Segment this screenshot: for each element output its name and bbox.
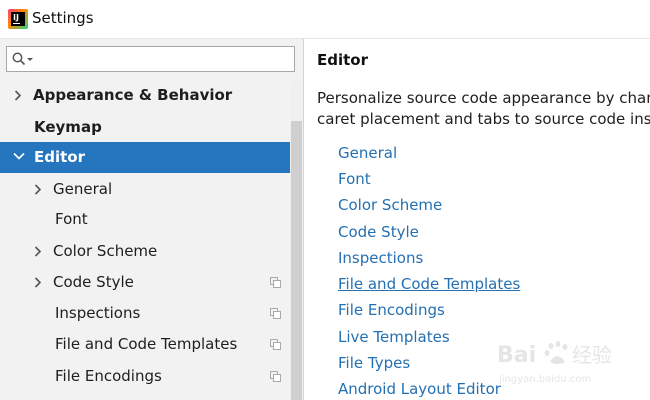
chevron-right-icon[interactable] bbox=[34, 236, 46, 267]
sidebar-item-font[interactable]: Font bbox=[0, 204, 290, 235]
project-settings-icon bbox=[270, 277, 281, 288]
sidebar-item-label: Code Style bbox=[53, 273, 134, 291]
sidebar-item-label: File Encodings bbox=[55, 367, 162, 385]
link-file-types[interactable]: File Types bbox=[338, 354, 410, 372]
description-line: caret placement and tabs to source code … bbox=[317, 110, 650, 128]
sidebar-item-file-encodings[interactable]: File Encodings bbox=[0, 361, 290, 392]
sidebar-scrollbar[interactable] bbox=[290, 81, 303, 400]
sidebar-item-label: Inspections bbox=[55, 304, 141, 322]
watermark-text: Bai bbox=[497, 343, 536, 368]
sidebar-item-label: General bbox=[53, 180, 113, 198]
scrollbar-thumb[interactable] bbox=[291, 121, 302, 400]
baidu-watermark: Bai 经验 jingyan.baidu.com bbox=[495, 338, 645, 396]
sidebar-item-appearance-behavior[interactable]: Appearance & Behavior bbox=[0, 80, 290, 111]
link-live-templates[interactable]: Live Templates bbox=[338, 328, 450, 346]
title-bar: IJ Settings bbox=[0, 0, 650, 39]
link-android-layout-editor[interactable]: Android Layout Editor bbox=[338, 380, 501, 398]
link-general[interactable]: General bbox=[338, 144, 397, 162]
sidebar-item-label: Color Scheme bbox=[53, 242, 158, 260]
chevron-down-icon[interactable] bbox=[13, 142, 25, 173]
project-settings-icon bbox=[270, 308, 281, 319]
sidebar-item-keymap[interactable]: Keymap bbox=[0, 112, 290, 143]
watermark-url: jingyan.baidu.com bbox=[498, 374, 591, 385]
link-font[interactable]: Font bbox=[338, 170, 371, 188]
sidebar-item-file-code-templates[interactable]: File and Code Templates bbox=[0, 329, 290, 360]
chevron-right-icon[interactable] bbox=[34, 174, 46, 205]
page-description: Personalize source code appearance by ch… bbox=[317, 88, 650, 130]
sidebar-item-label: Keymap bbox=[34, 118, 102, 136]
description-line: Personalize source code appearance by ch… bbox=[317, 89, 650, 107]
baidu-paw-icon: Bai 经验 jingyan.baidu.com bbox=[497, 341, 612, 385]
project-settings-icon bbox=[270, 371, 281, 382]
chevron-right-icon[interactable] bbox=[14, 80, 26, 111]
sidebar-item-label: Appearance & Behavior bbox=[33, 86, 233, 104]
link-file-encodings[interactable]: File Encodings bbox=[338, 301, 445, 319]
window-title: Settings bbox=[32, 9, 94, 27]
project-settings-icon bbox=[270, 339, 281, 350]
settings-sidebar: Appearance & Behavior Keymap Editor Gene… bbox=[0, 39, 303, 400]
sidebar-item-editor[interactable]: Editor bbox=[0, 142, 303, 173]
sidebar-item-general[interactable]: General bbox=[0, 174, 290, 205]
sidebar-item-color-scheme[interactable]: Color Scheme bbox=[0, 236, 290, 267]
link-code-style[interactable]: Code Style bbox=[338, 223, 419, 241]
sidebar-item-label: Font bbox=[55, 210, 88, 228]
sidebar-item-label: Editor bbox=[34, 148, 85, 166]
app-logo-icon: IJ bbox=[8, 9, 28, 29]
page-title: Editor bbox=[317, 51, 368, 69]
search-icon bbox=[12, 52, 33, 66]
sidebar-item-inspections[interactable]: Inspections bbox=[0, 298, 290, 329]
sidebar-item-label: File and Code Templates bbox=[55, 335, 238, 353]
search-input[interactable] bbox=[6, 46, 295, 72]
sidebar-item-code-style[interactable]: Code Style bbox=[0, 267, 290, 298]
chevron-right-icon[interactable] bbox=[34, 267, 46, 298]
link-file-code-templates[interactable]: File and Code Templates bbox=[338, 275, 520, 293]
watermark-text-cn: 经验 bbox=[572, 343, 612, 367]
link-inspections[interactable]: Inspections bbox=[338, 249, 423, 267]
link-color-scheme[interactable]: Color Scheme bbox=[338, 196, 442, 214]
